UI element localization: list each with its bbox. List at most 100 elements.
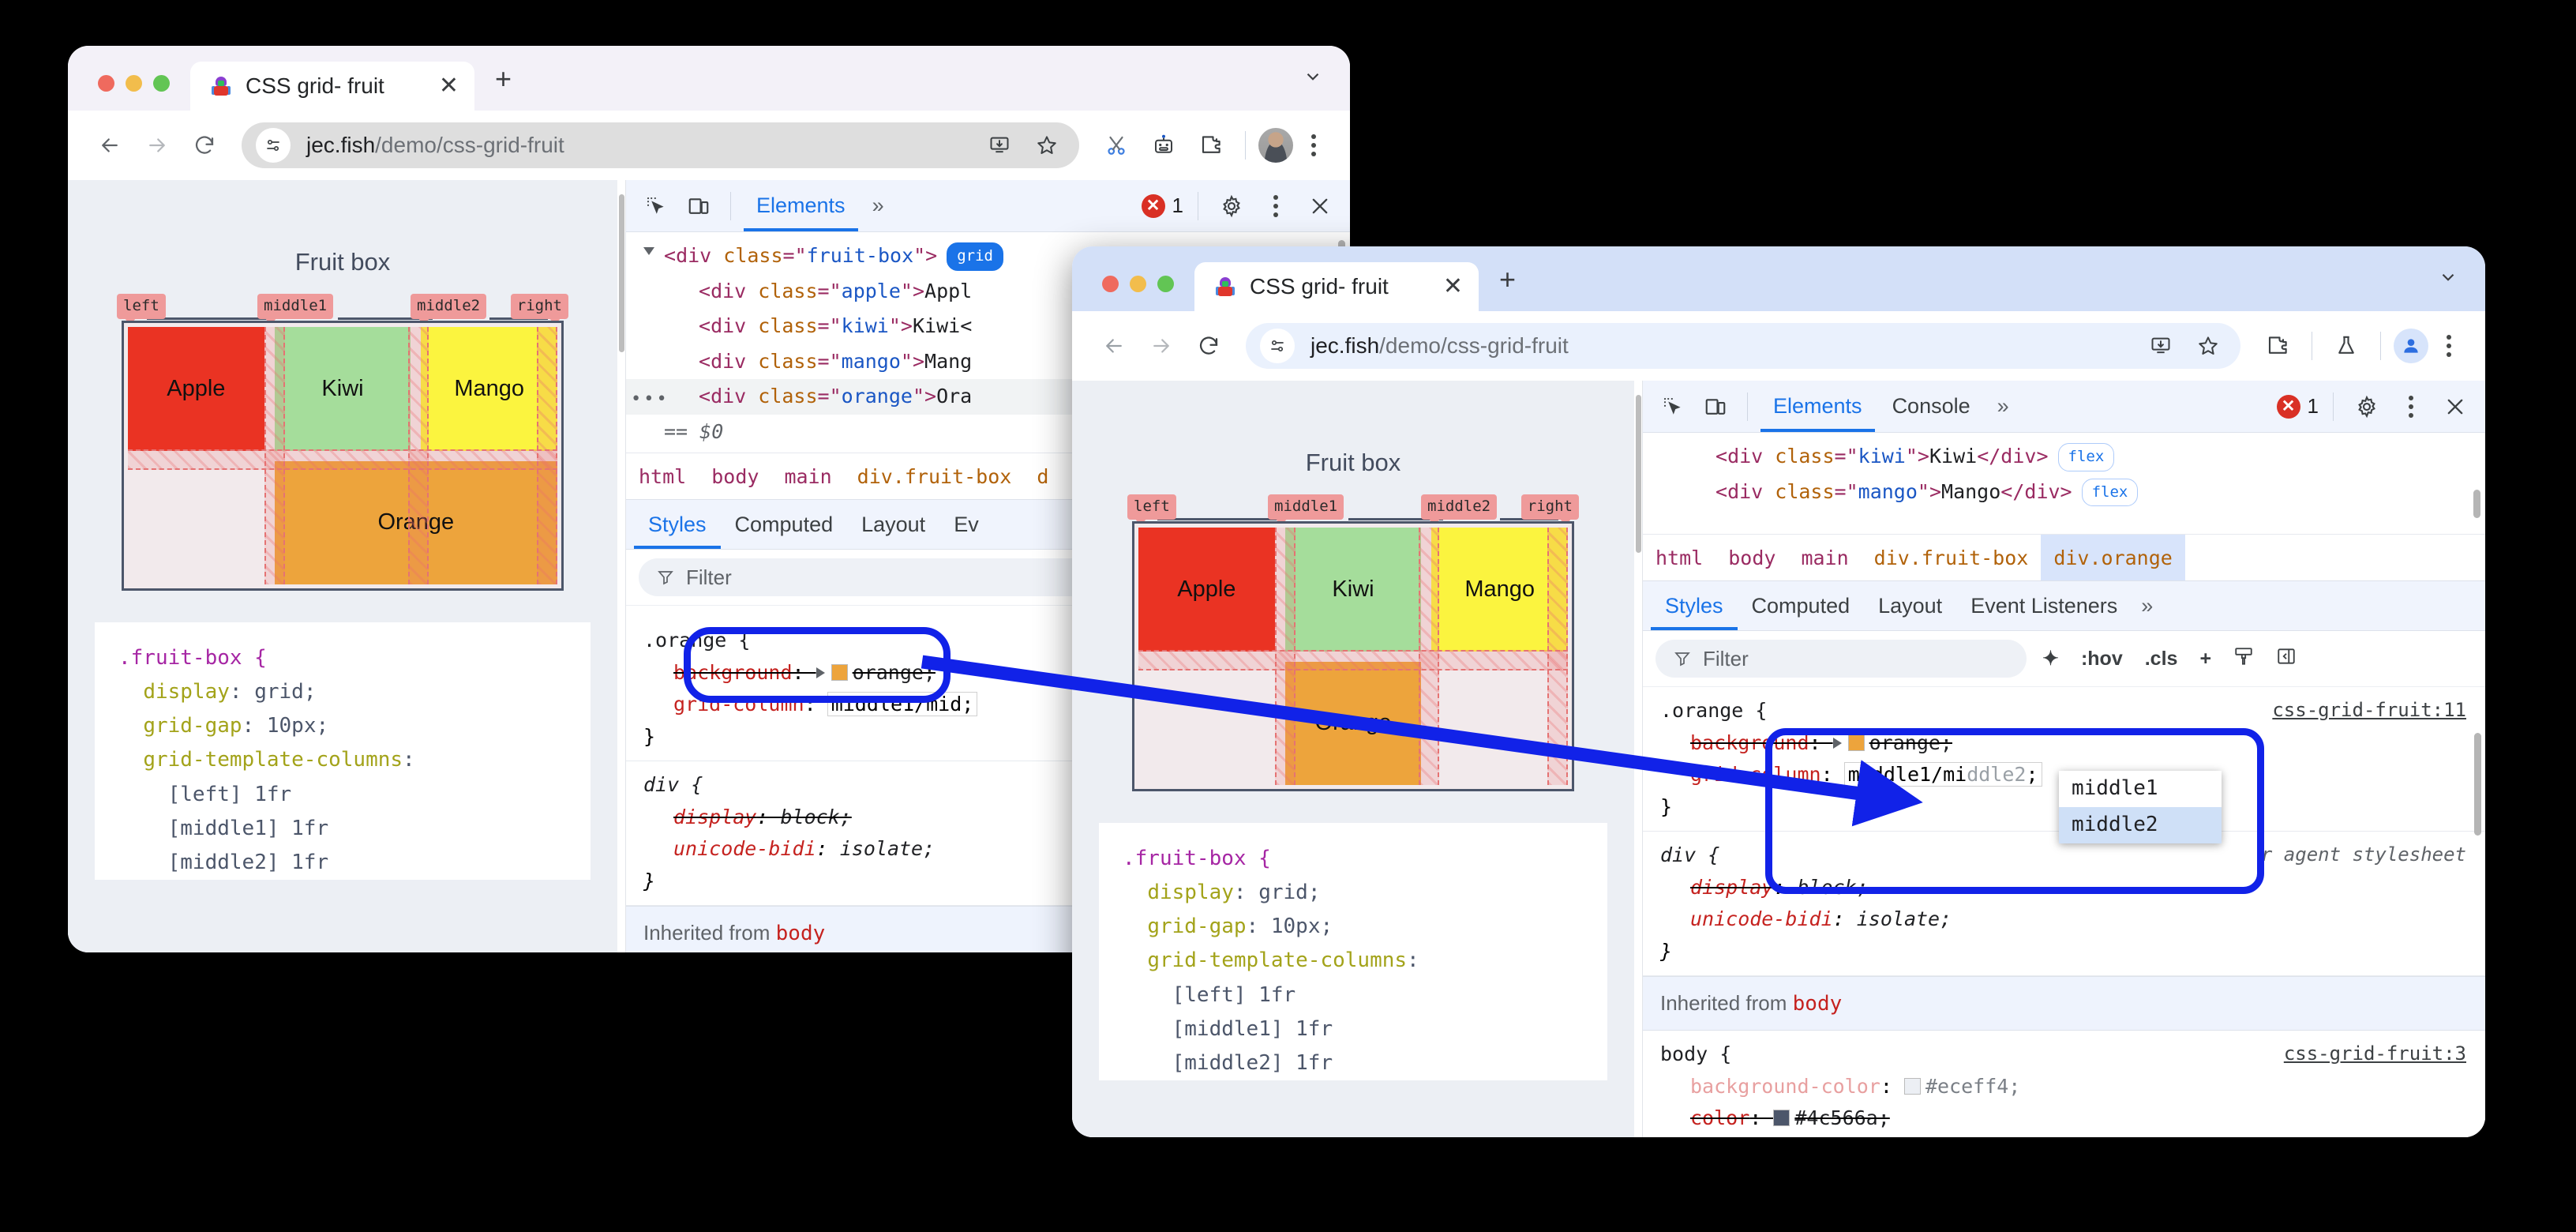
panel-splitter-2[interactable] <box>1634 381 1642 1137</box>
dom-row[interactable]: <div class="mango">Mango</div> flex <box>1643 475 2485 510</box>
bookmark-star-icon[interactable] <box>1026 124 1068 167</box>
tab-event-listeners[interactable]: Event Listeners <box>1956 581 2132 630</box>
decl-background[interactable]: background: orange; <box>1660 727 2485 760</box>
decl-display[interactable]: display: block; <box>1660 872 2485 904</box>
extensions-icon[interactable] <box>1190 124 1232 167</box>
devtools-kebab-icon[interactable] <box>2392 388 2430 426</box>
settings-gear-icon[interactable] <box>2348 388 2386 426</box>
breadcrumb-main[interactable]: main <box>1788 535 1861 580</box>
rule-selector[interactable]: body { <box>1660 1042 1731 1065</box>
rule-selector[interactable]: .orange { <box>643 629 750 652</box>
breadcrumb-main[interactable]: main <box>771 453 844 499</box>
install-icon[interactable] <box>978 124 1021 167</box>
color-swatch[interactable] <box>1773 1110 1790 1127</box>
close-devtools-icon[interactable] <box>2436 388 2474 426</box>
breadcrumb-div-fruit-box[interactable]: div.fruit-box <box>1862 535 2042 580</box>
devtools-tab-console[interactable]: Console <box>1880 381 1983 432</box>
grid-column-value-editor[interactable]: middle1/middle2; <box>1844 763 2042 786</box>
settings-gear-icon[interactable] <box>1213 187 1251 225</box>
autocomplete-option-middle2[interactable]: middle2 <box>2059 807 2222 843</box>
decl-background-color[interactable]: background-color: #eceff4; <box>1660 1071 2485 1103</box>
autocomplete-option-middle1[interactable]: middle1 <box>2059 771 2222 807</box>
inspect-element-icon[interactable] <box>1654 388 1692 426</box>
maximize-window-button[interactable] <box>1157 276 1174 292</box>
close-devtools-icon[interactable] <box>1301 187 1339 225</box>
site-info-icon[interactable] <box>256 128 291 163</box>
reload-icon[interactable] <box>183 124 226 167</box>
address-bar-1[interactable]: jec.fish/demo/css-grid-fruit <box>242 122 1079 168</box>
address-bar-2[interactable]: jec.fish/demo/css-grid-fruit <box>1246 323 2240 369</box>
devtools-tab-overflow[interactable]: » <box>863 193 894 218</box>
color-swatch[interactable] <box>831 663 848 681</box>
robot-icon[interactable] <box>1142 124 1185 167</box>
expand-caret-icon[interactable] <box>643 247 654 255</box>
filter-input-2[interactable]: Filter <box>1655 640 2027 678</box>
tab-styles[interactable]: Styles <box>634 500 721 549</box>
browser-tab-1[interactable]: CSS grid- fruit ✕ <box>190 62 474 111</box>
bookmark-star-icon[interactable] <box>2187 325 2229 367</box>
breadcrumb-body[interactable]: body <box>699 453 771 499</box>
tab-layout[interactable]: Layout <box>847 500 939 549</box>
profile-avatar[interactable] <box>2394 329 2428 363</box>
breadcrumb-body[interactable]: body <box>1715 535 1788 580</box>
kebab-menu-icon[interactable] <box>2433 325 2465 367</box>
decl-color[interactable]: color: #4c566a; <box>1660 1102 2485 1135</box>
devtools-kebab-icon[interactable] <box>1257 187 1295 225</box>
reload-icon[interactable] <box>1187 325 1230 367</box>
autocomplete-dropdown[interactable]: middle1 middle2 <box>2059 771 2222 843</box>
browser-tab-2[interactable]: CSS grid- fruit ✕ <box>1194 262 1479 311</box>
decl-font-family[interactable]: font-family: Rubik, sans-serif; <box>1660 1135 2485 1137</box>
computed-paintbrush-icon[interactable] <box>2227 646 2260 672</box>
tab-event-listeners[interactable]: Ev <box>939 500 993 549</box>
back-arrow-icon[interactable] <box>1093 325 1135 367</box>
scissors-icon[interactable] <box>1095 124 1138 167</box>
grid-badge[interactable]: grid <box>947 242 1003 271</box>
toggle-sidebar-icon[interactable] <box>2270 646 2303 672</box>
class-toggle-button[interactable]: .cls <box>2139 648 2184 670</box>
device-toolbar-icon[interactable] <box>680 187 718 225</box>
color-swatch[interactable] <box>1847 734 1865 751</box>
close-tab-icon[interactable]: ✕ <box>1443 275 1463 299</box>
devtools-tab-elements[interactable]: Elements <box>1760 381 1875 432</box>
rule-source-link[interactable]: css-grid-fruit:11 <box>2272 695 2466 726</box>
tab-layout[interactable]: Layout <box>1864 581 1956 630</box>
flex-badge[interactable]: flex <box>2057 443 2115 471</box>
dom-row[interactable]: <div class="kiwi">Kiwi</div> flex <box>1643 439 2485 475</box>
tab-styles[interactable]: Styles <box>1651 581 1738 630</box>
close-window-button[interactable] <box>98 75 114 92</box>
new-style-rule-button[interactable]: + <box>2193 648 2218 670</box>
error-count-badge[interactable]: ✕ 1 <box>2276 394 2319 419</box>
close-window-button[interactable] <box>1102 276 1119 292</box>
back-arrow-icon[interactable] <box>88 124 131 167</box>
chevron-down-icon[interactable] <box>2438 267 2485 311</box>
device-toolbar-icon[interactable] <box>1697 388 1734 426</box>
tab-computed[interactable]: Computed <box>1738 581 1865 630</box>
install-icon[interactable] <box>2139 325 2182 367</box>
error-count-badge[interactable]: ✕ 1 <box>1141 193 1183 218</box>
color-swatch[interactable] <box>1903 1077 1921 1095</box>
profile-avatar[interactable] <box>1258 128 1293 163</box>
rule-selector[interactable]: div { <box>1660 843 1719 866</box>
new-tab-button[interactable]: + <box>1499 265 1516 311</box>
extensions-icon[interactable] <box>2256 325 2299 367</box>
kebab-menu-icon[interactable] <box>1298 124 1329 167</box>
grid-column-value-editor[interactable]: middle1/mid; <box>827 693 977 716</box>
style-tab-overflow[interactable]: » <box>2132 594 2162 618</box>
decl-unicode-bidi[interactable]: unicode-bidi: isolate; <box>1660 903 2485 936</box>
minimize-window-button[interactable] <box>1130 276 1146 292</box>
hover-state-button[interactable]: :hov <box>2075 648 2129 670</box>
devtools-tab-overflow[interactable]: » <box>1988 394 2019 419</box>
expand-shorthand-icon[interactable] <box>816 667 825 678</box>
breadcrumb-div-fruit-box[interactable]: div.fruit-box <box>845 453 1025 499</box>
minimize-window-button[interactable] <box>126 75 142 92</box>
rule-source-link[interactable]: r agent stylesheet <box>2261 839 2466 870</box>
rule-selector[interactable]: div { <box>643 773 703 796</box>
rule-source-link[interactable]: css-grid-fruit:3 <box>2284 1039 2466 1069</box>
breadcrumb-html[interactable]: html <box>1643 535 1715 580</box>
flask-icon[interactable] <box>2325 325 2368 367</box>
flex-badge[interactable]: flex <box>2081 478 2139 507</box>
forward-arrow-icon[interactable] <box>1140 325 1183 367</box>
forward-arrow-icon[interactable] <box>136 124 178 167</box>
dom-scrollbar[interactable] <box>2473 490 2480 518</box>
site-info-icon[interactable] <box>1260 329 1295 363</box>
